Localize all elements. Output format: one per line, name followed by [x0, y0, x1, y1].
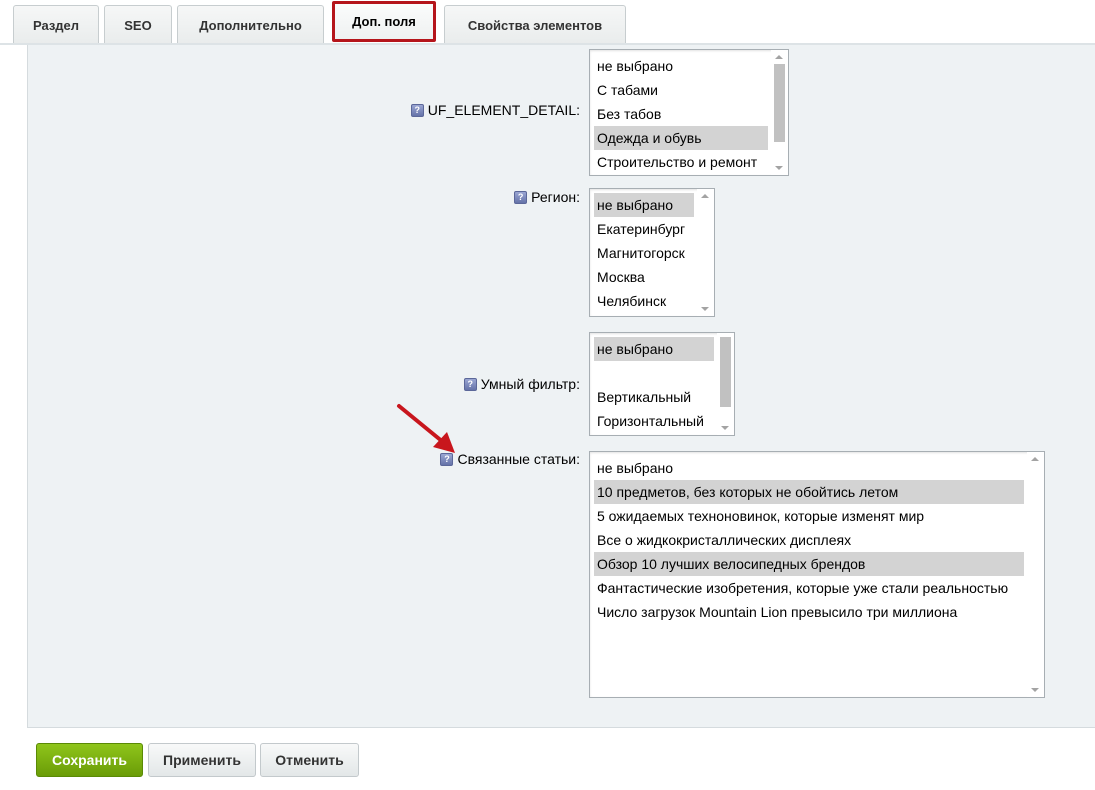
scroll-down-arrow-icon[interactable] — [721, 426, 729, 430]
listbox-option[interactable]: С табами — [594, 78, 768, 102]
scroll-down-arrow-icon[interactable] — [1031, 688, 1039, 692]
help-hint-icon[interactable]: ? — [410, 103, 424, 117]
tab-element-properties[interactable]: Свойства элементов — [444, 5, 626, 44]
listbox-option[interactable]: Екатеринбург — [594, 217, 694, 241]
listbox-option[interactable]: Строительство и ремонт — [594, 150, 768, 174]
listbox-scrollbar[interactable] — [717, 333, 734, 435]
tab-label: Дополнительно — [199, 17, 302, 33]
tab-label: Свойства элементов — [467, 17, 603, 33]
listbox-option[interactable]: не выбрано — [594, 193, 694, 217]
listbox-scrollbar[interactable] — [697, 189, 714, 316]
region-listbox[interactable]: не выбрано Екатеринбург Магнитогорск Москва… — [589, 188, 715, 317]
tab-seo[interactable]: SEO — [104, 5, 172, 44]
scroll-up-arrow-icon[interactable] — [1031, 457, 1039, 461]
listbox-option[interactable]: Фантастические изобретения, которые уже … — [594, 576, 1024, 600]
scroll-up-arrow-icon[interactable] — [701, 194, 709, 198]
tab-additional[interactable]: Дополнительно — [177, 5, 324, 44]
tab-label: SEO — [124, 17, 152, 33]
listbox-option[interactable]: Челябинск — [594, 289, 694, 313]
scroll-up-arrow-icon[interactable] — [775, 55, 783, 59]
field-label-text: Связанные статьи: — [457, 451, 580, 467]
field-label-smart-filter: ? Умный фильтр: — [463, 376, 580, 392]
listbox-option[interactable]: 10 предметов, без которых не обойтись ле… — [594, 480, 1024, 504]
apply-button[interactable]: Применить — [148, 743, 256, 777]
scroll-down-arrow-icon[interactable] — [701, 307, 709, 311]
listbox-option[interactable]: Все о жидкокристаллических дисплеях — [594, 528, 1024, 552]
listbox-option[interactable] — [594, 361, 714, 385]
related-articles-listbox[interactable]: не выбрано 10 предметов, без которых не о… — [589, 451, 1045, 698]
listbox-scrollbar[interactable] — [1027, 452, 1044, 697]
field-label-text: Регион: — [531, 189, 580, 205]
listbox-options: не выбрано Вертикальный Горизонтальный — [594, 337, 714, 433]
listbox-scrollbar[interactable] — [771, 50, 788, 175]
listbox-option[interactable]: Обзор 10 лучших велосипедных брендов — [594, 552, 1024, 576]
field-label-text: UF_ELEMENT_DETAIL: — [427, 102, 580, 118]
listbox-option[interactable]: Москва — [594, 265, 694, 289]
listbox-option[interactable]: Магнитогорск — [594, 241, 694, 265]
field-label-uf-element-detail: ? UF_ELEMENT_DETAIL: — [410, 102, 580, 118]
scroll-thumb[interactable] — [720, 337, 731, 407]
red-arrow-annotation-icon — [397, 404, 455, 453]
listbox-option[interactable]: Число загрузок Mountain Lion превысило т… — [594, 600, 1024, 624]
smart-filter-listbox[interactable]: не выбрано Вертикальный Горизонтальный — [589, 332, 735, 436]
scroll-down-arrow-icon[interactable] — [775, 166, 783, 170]
listbox-options: не выбрано С табами Без табов Одежда и обув… — [594, 54, 768, 174]
cancel-button[interactable]: Отменить — [260, 743, 359, 777]
listbox-option[interactable]: не выбрано — [594, 456, 1024, 480]
help-hint-icon[interactable]: ? — [514, 190, 528, 204]
tab-section[interactable]: Раздел — [13, 5, 99, 44]
tab-bar: Раздел SEO Дополнительно Доп. поля Свойс… — [0, 0, 1095, 45]
listbox-option[interactable]: не выбрано — [594, 337, 714, 361]
listbox-option[interactable]: Горизонтальный — [594, 409, 714, 433]
listbox-options: не выбрано Екатеринбург Магнитогорск Москва… — [594, 193, 694, 313]
tab-custom-fields[interactable]: Доп. поля — [332, 1, 436, 42]
tab-label: Раздел — [32, 17, 80, 33]
save-button[interactable]: Сохранить — [36, 743, 143, 777]
listbox-option[interactable]: не выбрано — [594, 54, 768, 78]
listbox-options: не выбрано 10 предметов, без которых не о… — [594, 456, 1024, 624]
uf-element-detail-listbox[interactable]: не выбрано С табами Без табов Одежда и обув… — [589, 49, 789, 176]
tab-label: Доп. поля — [352, 14, 416, 29]
listbox-option[interactable]: Без табов — [594, 102, 768, 126]
listbox-option[interactable]: Одежда и обувь — [594, 126, 768, 150]
field-label-text: Умный фильтр: — [480, 376, 580, 392]
listbox-option[interactable]: Вертикальный — [594, 385, 714, 409]
listbox-option[interactable]: 5 ожидаемых техноновинок, которые изменя… — [594, 504, 1024, 528]
field-label-region: ? Регион: — [514, 189, 580, 205]
help-hint-icon[interactable]: ? — [463, 377, 477, 391]
scroll-thumb[interactable] — [774, 64, 785, 142]
